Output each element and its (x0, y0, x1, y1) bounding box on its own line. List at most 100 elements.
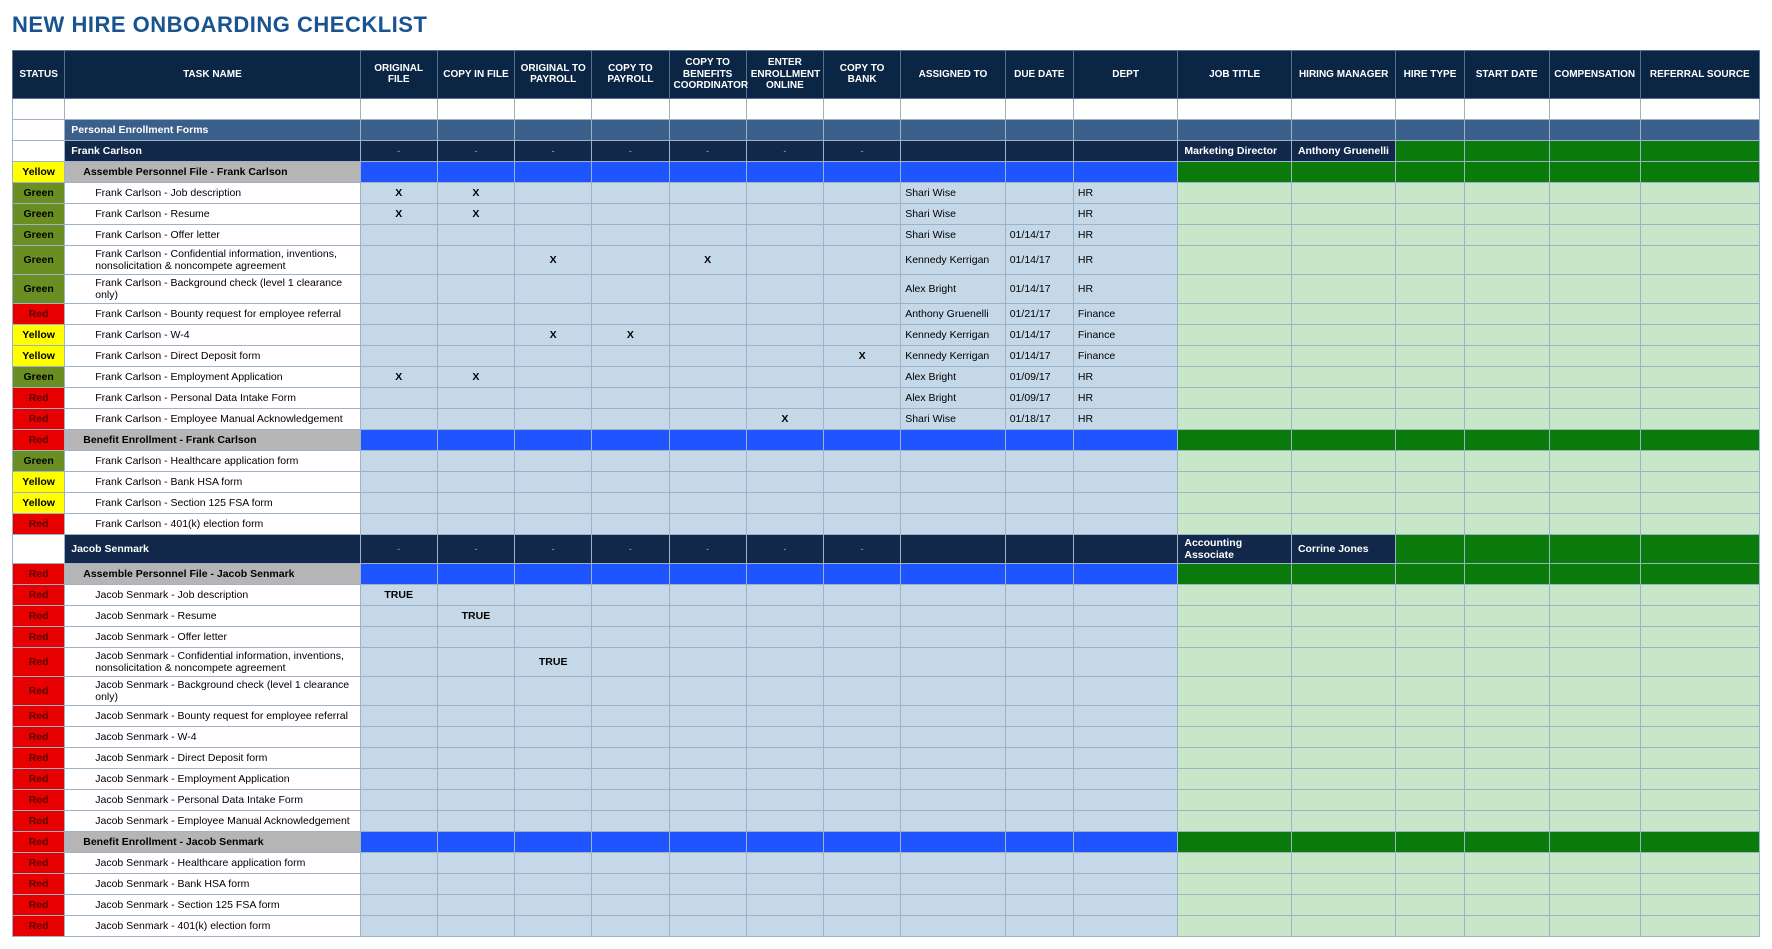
table-row[interactable]: RedJacob Senmark - Background check (lev… (13, 676, 1760, 705)
status-cell[interactable]: Red (13, 647, 65, 676)
info-cell[interactable] (1549, 676, 1640, 705)
check-cell[interactable] (592, 915, 669, 936)
due-date-cell[interactable] (1005, 852, 1073, 873)
info-cell[interactable] (1464, 705, 1549, 726)
assigned-to-cell[interactable]: Anthony Gruenelli (901, 303, 1006, 324)
check-cell[interactable] (360, 852, 437, 873)
info-cell[interactable] (1640, 182, 1759, 203)
due-date-cell[interactable] (1005, 182, 1073, 203)
assigned-to-cell[interactable]: Alex Bright (901, 366, 1006, 387)
check-cell[interactable] (746, 513, 823, 534)
info-cell[interactable] (1178, 605, 1292, 626)
assigned-to-cell[interactable] (901, 852, 1006, 873)
check-cell[interactable]: X (437, 182, 514, 203)
info-cell[interactable] (1549, 471, 1640, 492)
info-cell[interactable] (1291, 768, 1396, 789)
info-cell[interactable] (1396, 471, 1464, 492)
assigned-to-cell[interactable]: Shari Wise (901, 408, 1006, 429)
info-cell[interactable] (1178, 245, 1292, 274)
task-name-cell[interactable]: Frank Carlson - Offer letter (65, 224, 360, 245)
info-cell[interactable] (1178, 408, 1292, 429)
info-cell[interactable] (1464, 513, 1549, 534)
info-cell[interactable] (1396, 852, 1464, 873)
task-name-cell[interactable]: Jacob Senmark - Bounty request for emplo… (65, 705, 360, 726)
check-cell[interactable] (437, 224, 514, 245)
task-name-cell[interactable]: Assemble Personnel File - Frank Carlson (65, 161, 360, 182)
info-cell[interactable] (1291, 450, 1396, 471)
check-cell[interactable] (669, 915, 746, 936)
due-date-cell[interactable]: 01/14/17 (1005, 274, 1073, 303)
check-cell[interactable] (823, 852, 900, 873)
status-cell[interactable]: Red (13, 789, 65, 810)
check-cell[interactable] (746, 789, 823, 810)
info-cell[interactable] (1464, 894, 1549, 915)
info-cell[interactable] (1178, 873, 1292, 894)
status-cell[interactable]: Red (13, 915, 65, 936)
dept-cell[interactable] (1073, 605, 1178, 626)
info-cell[interactable] (1291, 647, 1396, 676)
dept-cell[interactable]: Finance (1073, 345, 1178, 366)
check-cell[interactable] (592, 810, 669, 831)
check-cell[interactable] (746, 626, 823, 647)
column-header[interactable]: COMPENSATION (1549, 51, 1640, 99)
table-row[interactable]: RedJacob Senmark - Confidential informat… (13, 647, 1760, 676)
info-cell[interactable] (1291, 366, 1396, 387)
info-cell[interactable] (1464, 810, 1549, 831)
task-name-cell[interactable]: Jacob Senmark - Employee Manual Acknowle… (65, 810, 360, 831)
column-header[interactable]: JOB TITLE (1178, 51, 1292, 99)
info-cell[interactable] (1464, 789, 1549, 810)
due-date-cell[interactable]: 01/21/17 (1005, 303, 1073, 324)
info-cell[interactable] (1464, 584, 1549, 605)
info-cell[interactable] (1640, 705, 1759, 726)
column-header[interactable]: STATUS (13, 51, 65, 99)
task-name-cell[interactable]: Jacob Senmark - Section 125 FSA form (65, 894, 360, 915)
table-row[interactable]: RedJacob Senmark - Employee Manual Ackno… (13, 810, 1760, 831)
info-cell[interactable] (1178, 768, 1292, 789)
check-cell[interactable] (669, 852, 746, 873)
check-cell[interactable] (360, 626, 437, 647)
check-cell[interactable] (360, 245, 437, 274)
check-cell[interactable] (592, 676, 669, 705)
column-header[interactable]: COPY IN FILE (437, 51, 514, 99)
check-cell[interactable] (746, 768, 823, 789)
check-cell[interactable] (823, 387, 900, 408)
info-cell[interactable] (1640, 345, 1759, 366)
check-cell[interactable] (360, 915, 437, 936)
assigned-to-cell[interactable] (901, 492, 1006, 513)
info-cell[interactable] (1396, 789, 1464, 810)
due-date-cell[interactable]: 01/14/17 (1005, 345, 1073, 366)
check-cell[interactable] (515, 224, 592, 245)
check-cell[interactable] (669, 513, 746, 534)
info-cell[interactable] (1640, 894, 1759, 915)
info-cell[interactable] (1396, 873, 1464, 894)
check-cell[interactable]: X (823, 345, 900, 366)
task-name-cell[interactable]: Personal Enrollment Forms (65, 119, 360, 140)
info-cell[interactable] (1396, 345, 1464, 366)
info-cell[interactable] (1396, 492, 1464, 513)
check-cell[interactable] (669, 387, 746, 408)
check-cell[interactable] (437, 303, 514, 324)
table-row[interactable]: RedJacob Senmark - 401(k) election form (13, 915, 1760, 936)
dept-cell[interactable] (1073, 492, 1178, 513)
check-cell[interactable] (746, 224, 823, 245)
info-cell[interactable] (1549, 203, 1640, 224)
check-cell[interactable] (823, 747, 900, 768)
info-cell[interactable] (1549, 810, 1640, 831)
check-cell[interactable] (669, 408, 746, 429)
check-cell[interactable] (669, 471, 746, 492)
check-cell[interactable] (746, 450, 823, 471)
column-header[interactable]: ORIGINAL TO PAYROLL (515, 51, 592, 99)
info-cell[interactable] (1640, 810, 1759, 831)
info-cell[interactable] (1640, 450, 1759, 471)
info-cell[interactable] (1549, 584, 1640, 605)
dept-cell[interactable]: HR (1073, 182, 1178, 203)
check-cell[interactable] (746, 676, 823, 705)
check-cell[interactable] (515, 810, 592, 831)
check-cell[interactable] (437, 584, 514, 605)
info-cell[interactable] (1291, 873, 1396, 894)
info-cell[interactable] (1178, 203, 1292, 224)
status-cell[interactable] (13, 119, 65, 140)
check-cell[interactable] (360, 605, 437, 626)
info-cell[interactable] (1178, 513, 1292, 534)
check-cell[interactable] (515, 873, 592, 894)
